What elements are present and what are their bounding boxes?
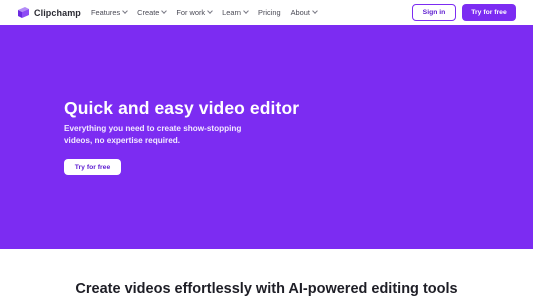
main-nav: Features Create For work Learn Pricing A… bbox=[91, 7, 327, 18]
chevron-down-icon bbox=[243, 8, 249, 14]
hero-subtitle: Everything you need to create show-stopp… bbox=[64, 124, 242, 145]
chevron-down-icon bbox=[207, 8, 213, 14]
nav-item-label: For work bbox=[176, 8, 206, 17]
nav-item-about[interactable]: About bbox=[290, 7, 318, 18]
try-for-free-nav-button[interactable]: Try for free bbox=[462, 4, 516, 21]
nav-item-for-work[interactable]: For work bbox=[176, 7, 213, 18]
features-section-title: Create videos effortlessly with AI-power… bbox=[75, 281, 458, 297]
chevron-down-icon bbox=[122, 8, 129, 14]
try-for-free-hero-button[interactable]: Try for free bbox=[64, 159, 121, 175]
sign-in-button[interactable]: Sign in bbox=[412, 4, 456, 21]
nav-item-label: Features bbox=[91, 8, 121, 17]
brand-name: Clipchamp bbox=[34, 7, 81, 18]
hero-title: Quick and easy video editor bbox=[64, 98, 300, 118]
nav-item-label: About bbox=[290, 8, 310, 17]
nav-item-features[interactable]: Features bbox=[91, 7, 129, 18]
top-navbar: Clipchamp Features Create For work Learn… bbox=[0, 0, 533, 25]
nav-item-pricing[interactable]: Pricing bbox=[258, 7, 281, 18]
nav-item-label: Create bbox=[137, 8, 160, 17]
hero-banner: Quick and easy video editor Everything y… bbox=[0, 25, 533, 249]
nav-item-label: Learn bbox=[222, 8, 242, 17]
clipchamp-logo-icon bbox=[17, 6, 30, 19]
brand-logo-link[interactable]: Clipchamp bbox=[17, 6, 81, 19]
nav-item-learn[interactable]: Learn bbox=[222, 7, 249, 18]
chevron-down-icon bbox=[312, 8, 318, 14]
nav-item-create[interactable]: Create bbox=[137, 7, 168, 18]
nav-item-label: Pricing bbox=[258, 8, 281, 17]
chevron-down-icon bbox=[161, 8, 168, 14]
